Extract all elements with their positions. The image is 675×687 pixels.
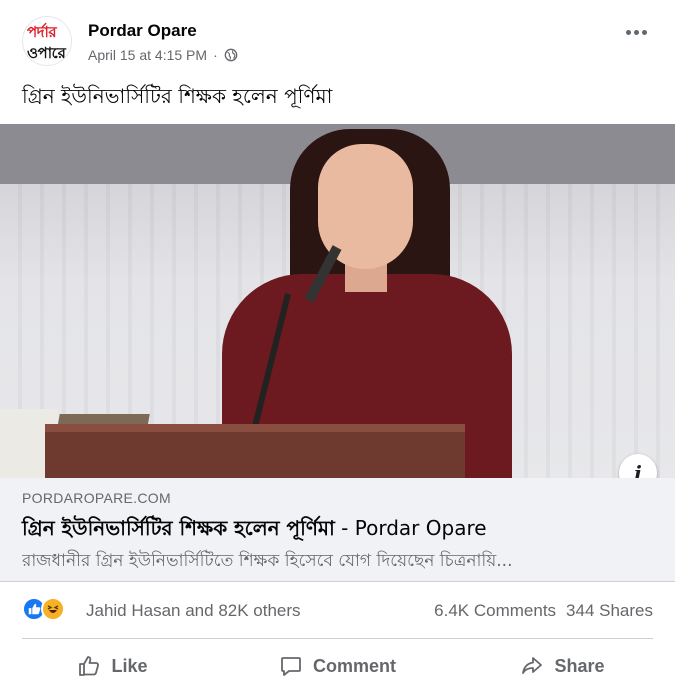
meta-separator: · — [213, 47, 218, 63]
haha-icon — [41, 597, 65, 621]
share-icon — [522, 657, 543, 674]
link-domain: PORDAROPARE.COM — [22, 490, 171, 506]
shares-count[interactable]: 344 Shares — [566, 601, 653, 621]
link-description: রাজধানীর গ্রিন ইউনিভার্সিটিতে শিক্ষক হিস… — [22, 551, 513, 571]
link-title-text: গ্রিন ইউনিভার্সিটির শিক্ষক হলেন পূর্ণিমা — [22, 516, 335, 540]
page-name-link[interactable]: Pordar Opare — [88, 21, 197, 41]
share-button[interactable]: Share — [450, 645, 675, 687]
ellipsis-icon[interactable] — [626, 30, 647, 35]
thumbs-up-icon — [79, 656, 100, 676]
reaction-icons[interactable] — [22, 597, 65, 621]
engagement-stats: Jahid Hasan and 82K others 6.4K Comments… — [0, 592, 675, 630]
post-meta: April 15 at 4:15 PM · — [88, 47, 238, 63]
page-avatar[interactable]: পর্দার ওপারে — [22, 16, 72, 66]
link-site-name: Pordar Opare — [354, 516, 487, 540]
post-actions: Like Comment Share — [0, 645, 675, 687]
post-photo[interactable]: i — [0, 124, 675, 478]
reaction-count[interactable]: Jahid Hasan and 82K others — [86, 601, 301, 621]
comment-share-counts: 6.4K Comments 344 Shares — [434, 601, 653, 621]
link-title: গ্রিন ইউনিভার্সিটির শিক্ষক হলেন পূর্ণিমা… — [22, 514, 487, 547]
link-preview[interactable]: PORDAROPARE.COM গ্রিন ইউনিভার্সিটির শিক্… — [0, 478, 675, 582]
like-button[interactable]: Like — [0, 645, 225, 687]
post-header: পর্দার ওপারে Pordar Opare April 15 at 4:… — [0, 0, 675, 74]
action-divider — [22, 638, 653, 639]
post-timestamp[interactable]: April 15 at 4:15 PM — [88, 47, 207, 63]
comments-count[interactable]: 6.4K Comments — [434, 601, 556, 621]
share-label: Share — [554, 655, 605, 676]
comment-button[interactable]: Comment — [225, 645, 450, 687]
facebook-post: পর্দার ওপারে Pordar Opare April 15 at 4:… — [0, 0, 675, 687]
avatar-logo-line2: ওপারে — [27, 44, 66, 62]
link-title-separator: - — [334, 516, 355, 540]
comment-icon — [281, 657, 301, 676]
post-message: গ্রিন ইউনিভার্সিটির শিক্ষক হলেন পূর্ণিমা — [22, 84, 333, 108]
comment-label: Comment — [312, 655, 396, 676]
podium — [45, 424, 465, 478]
globe-icon[interactable] — [224, 48, 238, 62]
like-label: Like — [111, 655, 148, 676]
podium-edge — [45, 424, 465, 432]
